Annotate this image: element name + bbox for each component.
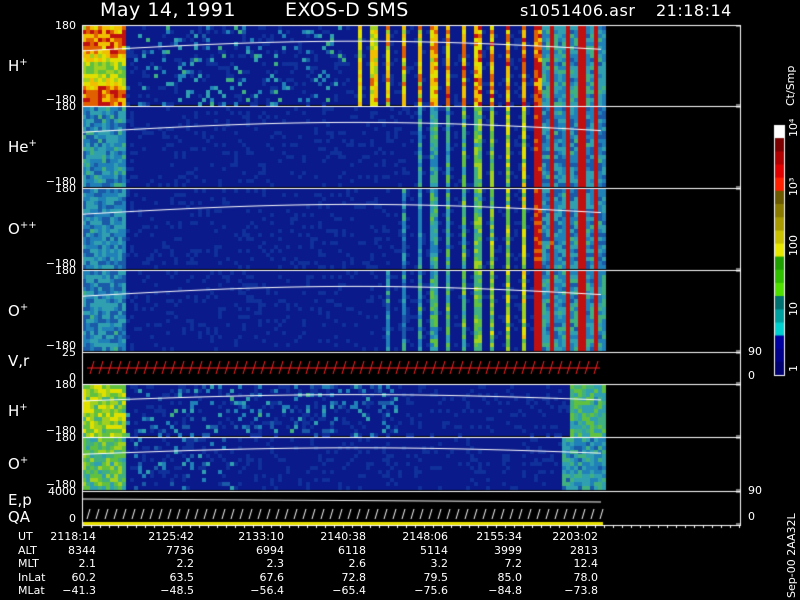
colorbar-unit: Ct/Smp [784,65,797,106]
ephemeris-value: 2813 [570,543,598,557]
ephemeris-label: UT [18,530,33,543]
ephemeris-value: 85.0 [497,570,523,584]
ephemeris-value: 2140:38 [320,530,366,543]
ephemeris-value: 6118 [338,543,366,557]
instrument-title: EXOS-D SMS [285,0,409,21]
panel-label: O+ [8,455,29,473]
panel-label-qa: QA [8,508,31,526]
colorbar-tick: 10⁴ [787,118,800,137]
y-tick-top: 180 [55,182,76,195]
colorbar-tick: 10³ [787,177,800,196]
ephemeris-value: 2118:14 [50,530,96,543]
ephemeris-value: −56.4 [250,584,284,597]
colorbar-tick: 1 [787,365,800,372]
ephemeris-label: ALT [18,543,37,557]
panel-label: He+ [8,138,37,156]
ephemeris-value: 7.2 [504,557,523,570]
y-tick-top: 180 [55,431,76,444]
ephemeris-value: −48.5 [160,584,194,597]
y-tick-bottom: 0 [69,512,76,525]
ephemeris-value: 2133:10 [238,530,284,543]
ephemeris-value: −84.8 [488,584,522,597]
right-tick-top: 90 [748,484,762,497]
time-label: 21:18:14 [656,1,732,20]
ephemeris-value: 6994 [256,543,284,557]
ephemeris-value: 72.8 [341,570,367,584]
ephemeris-value: 78.0 [573,570,599,584]
ephemeris-value: −73.8 [564,584,598,597]
ephemeris-value: 8344 [68,543,96,557]
ephemeris-value: 67.6 [259,570,285,584]
panel-label: O+ [8,302,29,320]
ephemeris-value: 60.2 [71,570,97,584]
ephemeris-value: 2.2 [176,557,195,570]
ephemeris-value: 12.4 [573,557,599,570]
ephemeris-value: 2125:42 [148,530,194,543]
ephemeris-value: 3.2 [430,557,449,570]
right-tick-bottom: 0 [748,369,755,382]
ephemeris-value: 5114 [420,543,448,557]
ephemeris-value: 2148:06 [402,530,448,543]
ephemeris-value: −75.6 [414,584,448,597]
y-tick-top: 180 [55,264,76,277]
right-tick-top: 90 [748,345,762,358]
ephemeris-value: 2203:02 [552,530,598,543]
y-tick-top: 25 [62,346,76,359]
panel-label: H+ [8,401,28,420]
ephemeris-value: 2.3 [266,557,285,570]
panel-label: V,r [8,352,30,370]
colorbar-tick: 10 [787,302,800,316]
ephemeris-value: 2.1 [78,557,97,570]
date-title: May 14, 1991 [100,0,236,21]
footer-id: Sep-00 2AA32L [785,513,798,598]
file-name: s1051406.asr [520,1,636,20]
ephemeris-value: 2155:34 [476,530,522,543]
ephemeris-value: −41.3 [62,584,96,597]
panel-label: O++ [8,220,37,238]
ephemeris-value: −65.4 [332,584,366,597]
ephemeris-label: MLT [18,557,39,570]
y-tick-top: 180 [55,19,76,32]
ephemeris-value: 2.6 [348,557,367,570]
y-tick-top: 4000 [48,485,76,498]
panel-label: E,p [8,491,32,509]
y-tick-top: 180 [55,378,76,391]
colorbar-tick: 100 [787,235,800,256]
ephemeris-value: 63.5 [169,570,195,584]
ephemeris-value: 3999 [494,543,522,557]
panel-label: H+ [8,56,28,75]
y-tick-top: 180 [55,100,76,113]
right-tick-bottom: 0 [748,510,755,523]
spectrogram-canvas [0,0,800,600]
ephemeris-value: 79.5 [423,570,449,584]
ephemeris-value: 7736 [166,543,194,557]
